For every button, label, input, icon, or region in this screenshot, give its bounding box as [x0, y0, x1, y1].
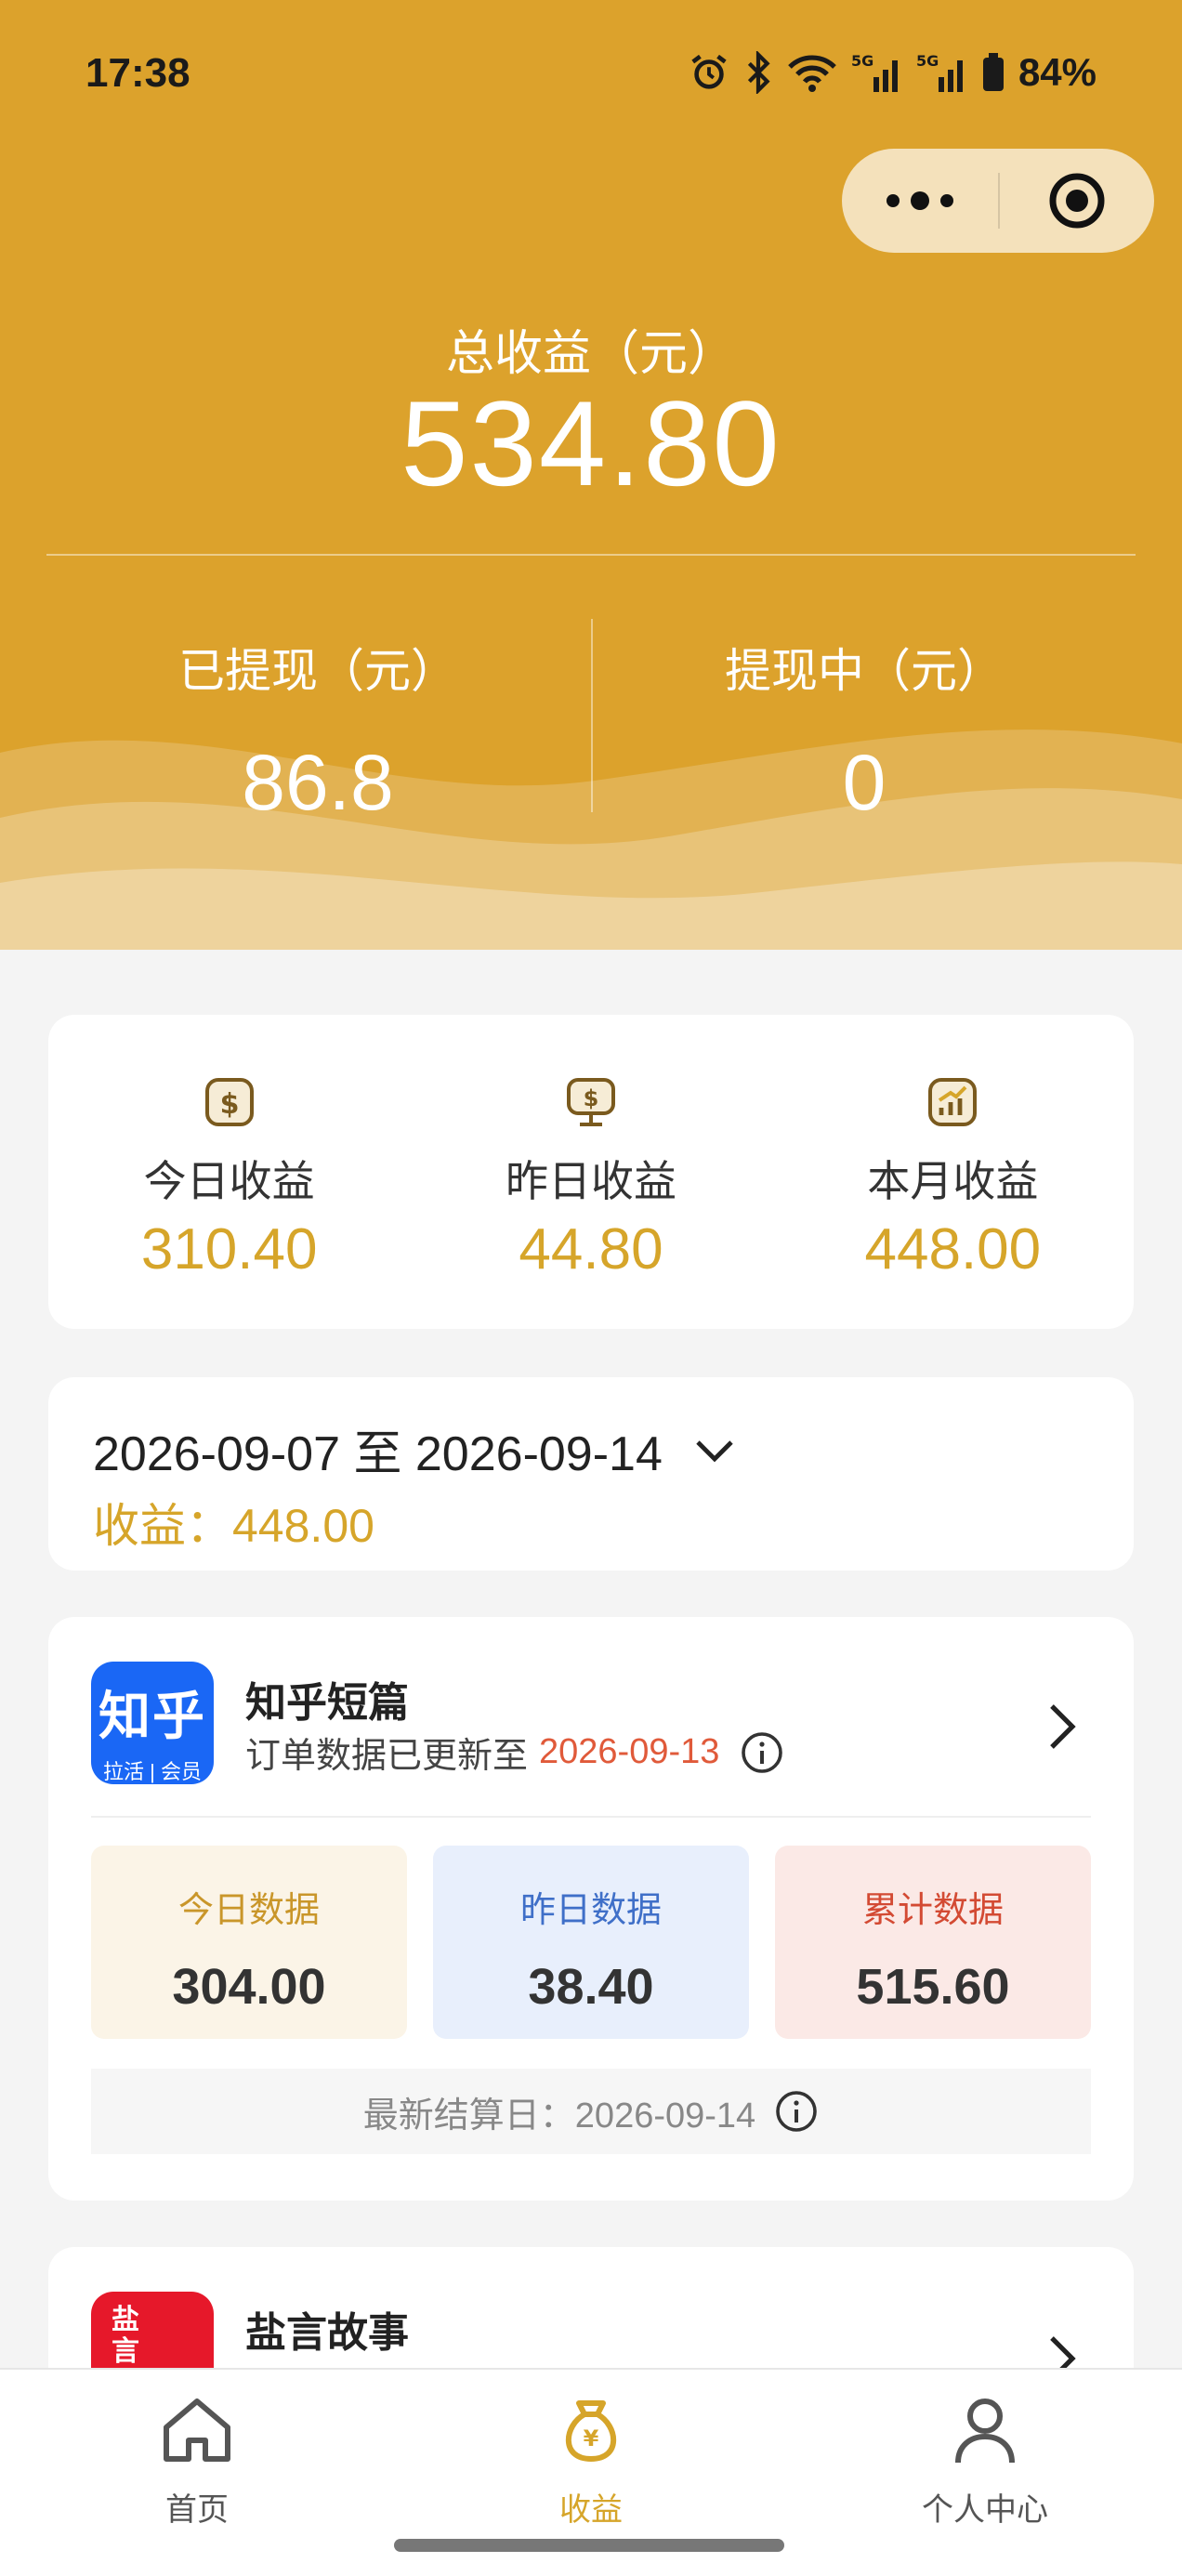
earnings-header: 17:38 5G 5G 84% 总收益（元） 534.80 已提现（元） 86.… — [0, 0, 1182, 950]
dollar-badge-icon: $ — [204, 1078, 254, 1126]
status-time: 17:38 — [85, 50, 190, 96]
chevron-down-icon — [696, 1439, 733, 1462]
wifi-icon — [788, 55, 836, 92]
today-data-label: 今日数据 — [177, 1891, 320, 1930]
update-date: 2026-09-13 — [539, 1732, 720, 1771]
stat-yesterday: $ 昨日收益 44.80 — [410, 1015, 771, 1329]
stat-label: 今日收益 — [143, 1157, 315, 1205]
dot-icon — [940, 194, 953, 207]
zhihu-logo: 知乎 拉活 | 会员 — [91, 1662, 214, 1784]
platform-name: 知乎短篇 — [245, 1680, 409, 1726]
stat-month: 本月收益 448.00 — [772, 1015, 1134, 1329]
tab-profile[interactable]: 个人中心 — [788, 2388, 1182, 2530]
tab-label: 个人中心 — [922, 2492, 1048, 2528]
home-icon — [164, 2399, 230, 2462]
signal-icon-2: 5G — [916, 52, 963, 92]
chevron-right-icon[interactable] — [1043, 1701, 1084, 1753]
stat-value: 448.00 — [864, 1217, 1042, 1281]
status-bar: 17:38 5G 5G 84% — [0, 0, 1182, 158]
today-data-box: 今日数据 304.00 — [91, 1846, 407, 2039]
tab-home[interactable]: 首页 — [0, 2388, 394, 2530]
settlement-date-text: 最新结算日：2026-09-14 — [362, 2096, 756, 2136]
tab-label: 收益 — [559, 2492, 623, 2528]
update-prefix: 订单数据已更新至 — [245, 1737, 529, 1776]
date-range-text: 2026-09-07 至 2026-09-14 — [93, 1427, 663, 1481]
total-data-value: 515.60 — [856, 1959, 1010, 2015]
yesterday-data-value: 38.40 — [528, 1959, 654, 2015]
more-menu-button[interactable] — [842, 149, 998, 253]
platform-card-zhihu[interactable]: 知乎 拉活 | 会员 知乎短篇 订单数据已更新至 2026-09-13 今日数据… — [48, 1617, 1134, 2201]
status-icons: 5G 5G 84% — [688, 50, 1097, 95]
tab-earnings[interactable]: ¥ 收益 — [394, 2388, 788, 2530]
withdrawn-label: 已提现（元） — [178, 645, 457, 697]
yesterday-data-box: 昨日数据 38.40 — [433, 1846, 749, 2039]
withdrawing-value: 0 — [842, 739, 886, 826]
tab-label: 首页 — [165, 2492, 229, 2528]
platform-name: 盐言故事 — [245, 2310, 409, 2356]
bluetooth-icon — [747, 51, 770, 94]
chart-up-icon — [928, 1078, 978, 1126]
target-icon — [1049, 173, 1105, 229]
date-range-selector[interactable]: 2026-09-07 至 2026-09-14 — [93, 1414, 739, 1484]
total-data-label: 累计数据 — [861, 1891, 1004, 1930]
monitor-dollar-icon: $ — [566, 1078, 615, 1126]
range-earnings-value: 448.00 — [232, 1500, 374, 1552]
battery-percent: 84% — [1018, 50, 1097, 94]
header-divider — [46, 554, 1136, 556]
stat-label: 昨日收益 — [505, 1157, 676, 1205]
withdrawn-value: 86.8 — [242, 739, 394, 826]
withdrawing-summary: 提现中（元） 0 — [569, 634, 1160, 828]
home-indicator[interactable] — [394, 2539, 784, 2552]
close-miniprogram-button[interactable] — [1000, 171, 1154, 230]
stat-value: 310.40 — [140, 1217, 318, 1281]
signal-icon: 5G — [851, 52, 898, 92]
svg-text:5G: 5G — [916, 52, 939, 70]
svg-text:$: $ — [584, 1085, 599, 1111]
info-icon[interactable] — [774, 2089, 819, 2134]
stat-value: 44.80 — [519, 1217, 663, 1281]
total-data-box: 累计数据 515.60 — [775, 1846, 1091, 2039]
range-earnings: 收益：448.00 — [93, 1489, 374, 1556]
range-earnings-label: 收益： — [93, 1500, 232, 1552]
svg-text:$: $ — [219, 1088, 239, 1121]
svg-text:¥: ¥ — [584, 2425, 599, 2451]
stat-today: $ 今日收益 310.40 — [48, 1015, 410, 1329]
total-earnings-value: 534.80 — [401, 375, 781, 511]
miniprogram-capsule — [842, 149, 1154, 253]
platform-data-boxes: 今日数据 304.00 昨日数据 38.40 累计数据 515.60 — [91, 1846, 1091, 2039]
logo-sub-text: 拉活 | 会员 — [103, 1760, 202, 1783]
logo-glyph: 盐言 — [112, 2305, 139, 2367]
person-icon — [955, 2399, 1015, 2464]
info-icon[interactable] — [740, 1730, 784, 1775]
stat-label: 本月收益 — [867, 1157, 1039, 1205]
platform-update-info: 订单数据已更新至 2026-09-13 — [245, 1727, 784, 1778]
money-bag-icon: ¥ — [565, 2400, 617, 2462]
date-range-card: 2026-09-07 至 2026-09-14 收益：448.00 — [48, 1377, 1134, 1571]
withdrawn-summary: 已提现（元） 86.8 — [22, 634, 613, 828]
dot-icon — [911, 191, 929, 210]
earnings-stats-card: $ 今日收益 310.40 $ 昨日收益 44.80 本月收益 448.00 — [48, 1015, 1134, 1329]
svg-text:5G: 5G — [851, 52, 873, 70]
dot-icon — [886, 194, 900, 207]
yesterday-data-label: 昨日数据 — [519, 1891, 662, 1930]
battery-icon — [982, 53, 1004, 91]
settlement-date-bar: 最新结算日：2026-09-14 — [91, 2069, 1091, 2154]
alarm-icon — [691, 54, 727, 89]
card-divider — [91, 1816, 1091, 1818]
logo-main-text: 知乎 — [98, 1687, 206, 1745]
today-data-value: 304.00 — [172, 1959, 326, 2015]
withdrawing-label: 提现中（元） — [725, 645, 1004, 697]
